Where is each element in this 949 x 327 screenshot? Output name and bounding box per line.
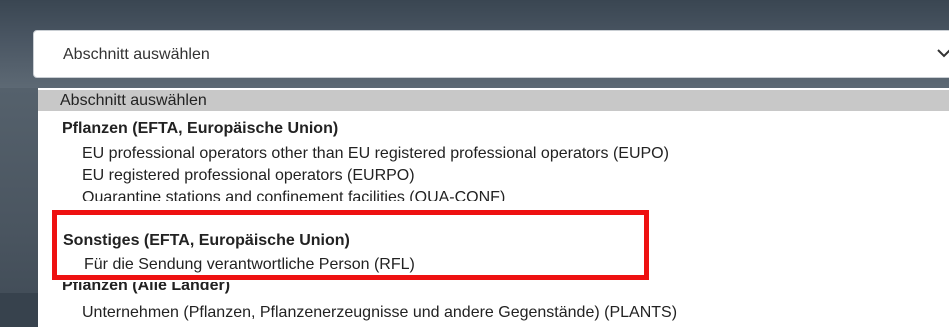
option-eupo[interactable]: EU professional operators other than EU … xyxy=(38,143,949,164)
option-placeholder[interactable]: Abschnitt auswählen xyxy=(38,90,949,111)
optgroup-pflanzen-efta-eu: Pflanzen (EFTA, Europäische Union) xyxy=(38,118,949,139)
option-eurpo[interactable]: EU registered professional operators (EU… xyxy=(38,165,949,186)
section-select[interactable]: Abschnitt auswählen xyxy=(33,30,949,78)
section-dropdown-list: Abschnitt auswählen Pflanzen (EFTA, Euro… xyxy=(38,88,949,327)
page-left-background xyxy=(0,88,38,327)
section-select-value: Abschnitt auswählen xyxy=(63,46,210,63)
option-label: Quarantine stations and confinement faci… xyxy=(82,189,506,201)
option-plants[interactable]: Unternehmen (Pflanzen, Pflanzenerzeugnis… xyxy=(38,302,949,323)
optgroup-sonstiges-efta-eu: Sonstiges (EFTA, Europäische Union) xyxy=(63,232,350,249)
option-label: EU professional operators other than EU … xyxy=(82,145,669,162)
option-rfl[interactable]: Für die Sendung verantwortliche Person (… xyxy=(84,254,415,275)
chevron-down-icon[interactable] xyxy=(936,45,949,61)
page-left-background-lower xyxy=(0,293,38,327)
option-label: Unternehmen (Pflanzen, Pflanzenerzeugnis… xyxy=(82,304,678,321)
option-label: EU registered professional operators (EU… xyxy=(82,167,415,184)
optgroup-label: Pflanzen (EFTA, Europäische Union) xyxy=(62,120,339,137)
highlight-annotation-box: Sonstiges (EFTA, Europäische Union) Für … xyxy=(52,210,649,280)
optgroup-label: Pflanzen (Alle Länder) xyxy=(62,282,231,294)
optgroup-pflanzen-alle-laender: Pflanzen (Alle Länder) xyxy=(38,282,949,296)
option-label: Abschnitt auswählen xyxy=(60,92,207,109)
option-qua-conf[interactable]: Quarantine stations and confinement faci… xyxy=(38,187,949,201)
